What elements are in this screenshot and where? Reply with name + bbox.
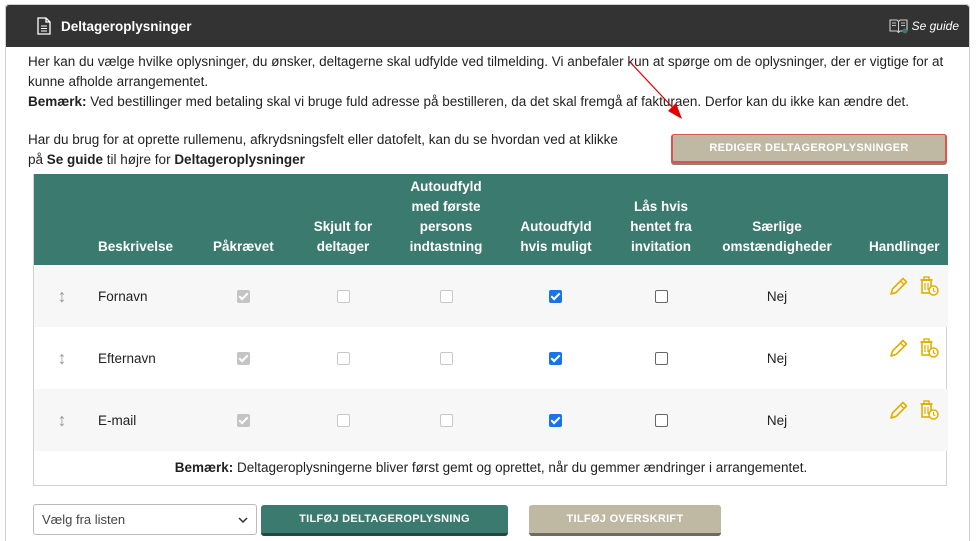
panel-title: Deltageroplysninger xyxy=(61,18,192,34)
see-guide-link[interactable]: Se guide xyxy=(889,18,959,34)
table-row: ↕ E-mail Nej xyxy=(34,389,948,451)
row-special: Nej xyxy=(766,288,788,304)
table-row: ↕ Fornavn Nej xyxy=(34,265,948,327)
col-special: Særlige omstændigheder xyxy=(722,219,832,254)
lock-checkbox[interactable] xyxy=(654,351,668,365)
row-description: Efternavn xyxy=(98,350,156,366)
help-text-see-guide: Se guide xyxy=(46,152,104,167)
drag-handle-icon[interactable]: ↕ xyxy=(58,410,67,431)
add-heading-button[interactable]: TILFØJ OVERSKRIFT xyxy=(529,505,721,536)
row-special: Nej xyxy=(766,350,788,366)
delete-trash-icon[interactable] xyxy=(918,399,940,424)
drag-handle-icon[interactable]: ↕ xyxy=(58,286,67,307)
edit-pencil-icon[interactable] xyxy=(888,337,910,362)
col-autofill-first: Autoudfyld med første persons indtastning xyxy=(409,179,483,254)
autofill-checkbox[interactable] xyxy=(548,413,562,427)
panel-header: Deltageroplysninger Se guide xyxy=(6,5,969,47)
book-icon xyxy=(889,19,908,34)
hidden-checkbox xyxy=(336,351,350,365)
row-description: Fornavn xyxy=(98,288,148,304)
delete-trash-icon[interactable] xyxy=(918,275,940,300)
required-checkbox xyxy=(236,289,250,303)
col-hidden: Skjult for deltager xyxy=(313,219,373,254)
col-autofill: Autoudfyld hvis muligt xyxy=(520,219,592,254)
autofill-first-checkbox xyxy=(439,413,453,427)
drag-handle-icon[interactable]: ↕ xyxy=(58,348,67,369)
autofill-first-checkbox xyxy=(439,351,453,365)
document-icon xyxy=(37,17,51,35)
select-value: Vælg fra listen xyxy=(42,512,126,527)
intro-note-text: Ved bestillinger med betaling skal vi br… xyxy=(86,94,909,109)
required-checkbox xyxy=(236,351,250,365)
col-actions: Handlinger xyxy=(869,239,940,254)
intro-paragraph: Her kan du vælge hvilke oplysninger, du … xyxy=(28,54,944,89)
lock-checkbox[interactable] xyxy=(654,413,668,427)
participant-fields-table: Beskrivelse Påkrævet Skjult for deltager … xyxy=(33,174,948,486)
row-description: E-mail xyxy=(98,412,137,428)
edit-pencil-icon[interactable] xyxy=(888,275,910,300)
see-guide-label: Se guide xyxy=(911,19,959,33)
delete-trash-icon[interactable] xyxy=(918,337,940,362)
hidden-checkbox xyxy=(336,413,350,427)
lock-checkbox[interactable] xyxy=(654,289,668,303)
edit-pencil-icon[interactable] xyxy=(888,399,910,424)
annotation-arrow xyxy=(628,60,682,119)
hidden-checkbox xyxy=(336,289,350,303)
intro-note-label: Bemærk: xyxy=(28,94,87,109)
field-type-select[interactable]: Vælg fra listen xyxy=(33,504,257,535)
add-participant-info-button[interactable]: TILFØJ DELTAGEROPLYSNING xyxy=(261,505,508,536)
required-checkbox xyxy=(236,413,250,427)
table-note: Bemærk: Deltageroplysningerne bliver før… xyxy=(34,460,948,475)
table-note-label: Bemærk: xyxy=(174,460,234,475)
autofill-checkbox[interactable] xyxy=(548,289,562,303)
autofill-checkbox[interactable] xyxy=(548,351,562,365)
help-text: Har du brug for at oprette rullemenu, af… xyxy=(28,130,628,170)
col-lock: Lås hvis hentet fra invitation xyxy=(630,199,692,254)
row-special: Nej xyxy=(766,412,788,428)
table-note-text: Deltageroplysningerne bliver først gemt … xyxy=(233,460,808,475)
col-required: Påkrævet xyxy=(213,239,274,254)
edit-participant-info-button[interactable]: REDIGER DELTAGEROPLYSNINGER xyxy=(671,134,947,163)
table-row: ↕ Efternavn Nej xyxy=(34,327,948,389)
help-text-section-name: Deltageroplysninger xyxy=(174,152,305,167)
table-header: Beskrivelse Påkrævet Skjult for deltager … xyxy=(34,174,948,265)
autofill-first-checkbox xyxy=(439,289,453,303)
col-description: Beskrivelse xyxy=(98,239,174,254)
intro-text: Her kan du vælge hvilke oplysninger, du … xyxy=(28,52,948,112)
chevron-down-icon xyxy=(238,516,248,523)
help-text-part2: til højre for xyxy=(103,152,175,167)
